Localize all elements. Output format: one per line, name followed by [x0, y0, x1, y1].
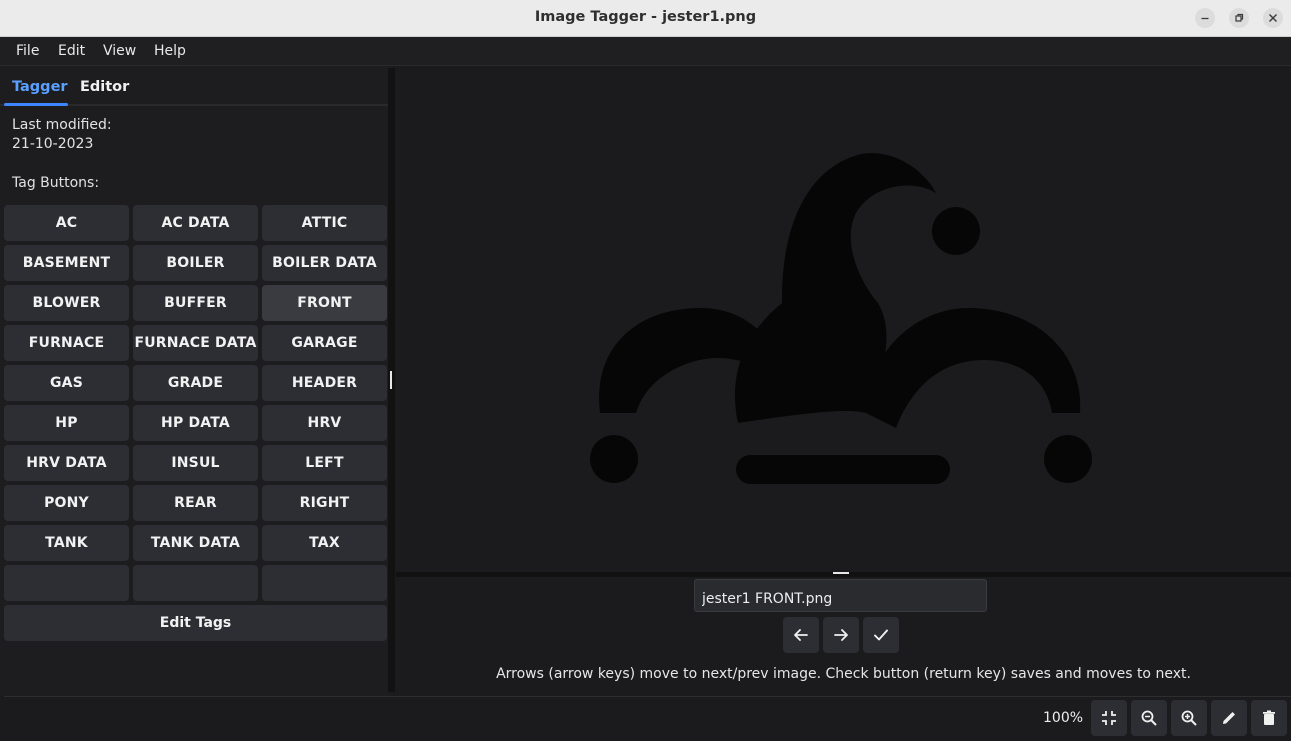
tab-editor[interactable]: Editor [80, 79, 129, 95]
tag-button-left[interactable]: LEFT [262, 445, 387, 481]
tag-button-garage[interactable]: GARAGE [262, 325, 387, 361]
minimize-icon[interactable] [1195, 8, 1215, 28]
menu-view[interactable]: View [103, 43, 136, 59]
edit-button[interactable] [1211, 700, 1247, 736]
zoom-level: 100% [1043, 710, 1084, 726]
next-image-button[interactable] [823, 617, 859, 653]
close-icon[interactable] [1263, 8, 1283, 28]
arrow-left-icon [792, 626, 810, 644]
tag-button-header[interactable]: HEADER [262, 365, 387, 401]
tag-button-ac-data[interactable]: AC DATA [133, 205, 258, 241]
tag-button-furnace[interactable]: FURNACE [4, 325, 129, 361]
tag-button-rear[interactable]: REAR [133, 485, 258, 521]
tag-button-furnace-data[interactable]: FURNACE DATA [133, 325, 258, 361]
tag-button-gas[interactable]: GAS [4, 365, 129, 401]
tag-button-tank-data[interactable]: TANK DATA [133, 525, 258, 561]
tag-button-front[interactable]: FRONT [262, 285, 387, 321]
tag-button-basement[interactable]: BASEMENT [4, 245, 129, 281]
zoom-in-icon [1180, 709, 1198, 727]
image-canvas[interactable] [396, 68, 1291, 570]
keyboard-hint: Arrows (arrow keys) move to next/prev im… [496, 666, 1191, 682]
tagger-panel: Tagger Editor Last modified: 21-10-2023 … [0, 66, 390, 696]
tag-button-attic[interactable]: ATTIC [262, 205, 387, 241]
filename-input[interactable] [694, 579, 987, 612]
delete-button[interactable] [1251, 700, 1287, 736]
jester-hat-image [590, 153, 1092, 484]
tag-button-buffer[interactable]: BUFFER [133, 285, 258, 321]
pencil-icon [1220, 709, 1238, 727]
tag-button-right[interactable]: RIGHT [262, 485, 387, 521]
menu-file[interactable]: File [16, 43, 39, 59]
tag-button-ac[interactable]: AC [4, 205, 129, 241]
menu-bar: File Edit View Help [0, 37, 1291, 66]
tag-button-empty-27[interactable] [4, 565, 129, 601]
title-bar: Image Tagger - jester1.png [0, 0, 1291, 37]
tag-button-grade[interactable]: GRADE [133, 365, 258, 401]
tag-button-pony[interactable]: PONY [4, 485, 129, 521]
check-icon [872, 626, 890, 644]
tag-button-tank[interactable]: TANK [4, 525, 129, 561]
tag-button-insul[interactable]: INSUL [133, 445, 258, 481]
horizontal-splitter-handle[interactable] [833, 572, 849, 574]
arrow-right-icon [832, 626, 850, 644]
maximize-icon[interactable] [1229, 8, 1249, 28]
tag-button-empty-28[interactable] [133, 565, 258, 601]
tab-tagger[interactable]: Tagger [12, 79, 68, 95]
tag-button-hrv[interactable]: HRV [262, 405, 387, 441]
vertical-splitter-handle[interactable] [390, 371, 392, 389]
tag-button-blower[interactable]: BLOWER [4, 285, 129, 321]
tag-button-hp-data[interactable]: HP DATA [133, 405, 258, 441]
tag-button-hp[interactable]: HP [4, 405, 129, 441]
last-modified-label: Last modified: [12, 117, 112, 133]
menu-edit[interactable]: Edit [58, 43, 85, 59]
tag-button-empty-29[interactable] [262, 565, 387, 601]
zoom-out-button[interactable] [1131, 700, 1167, 736]
tag-button-boiler-data[interactable]: BOILER DATA [262, 245, 387, 281]
last-modified-value: 21-10-2023 [12, 136, 94, 152]
window-title: Image Tagger - jester1.png [534, 9, 757, 25]
tag-button-boiler[interactable]: BOILER [133, 245, 258, 281]
edit-tags-button[interactable]: Edit Tags [4, 605, 387, 641]
fit-icon [1100, 709, 1118, 727]
tab-bar: Tagger Editor [0, 66, 388, 106]
trash-icon [1260, 709, 1278, 727]
zoom-out-icon [1140, 709, 1158, 727]
fit-to-view-button[interactable] [1091, 700, 1127, 736]
bottom-separator [4, 696, 1291, 697]
tag-buttons-label: Tag Buttons: [12, 175, 100, 191]
menu-help[interactable]: Help [154, 43, 186, 59]
prev-image-button[interactable] [783, 617, 819, 653]
zoom-in-button[interactable] [1171, 700, 1207, 736]
active-tab-indicator [4, 103, 68, 106]
save-next-button[interactable] [863, 617, 899, 653]
tag-button-tax[interactable]: TAX [262, 525, 387, 561]
tag-button-hrv-data[interactable]: HRV DATA [4, 445, 129, 481]
